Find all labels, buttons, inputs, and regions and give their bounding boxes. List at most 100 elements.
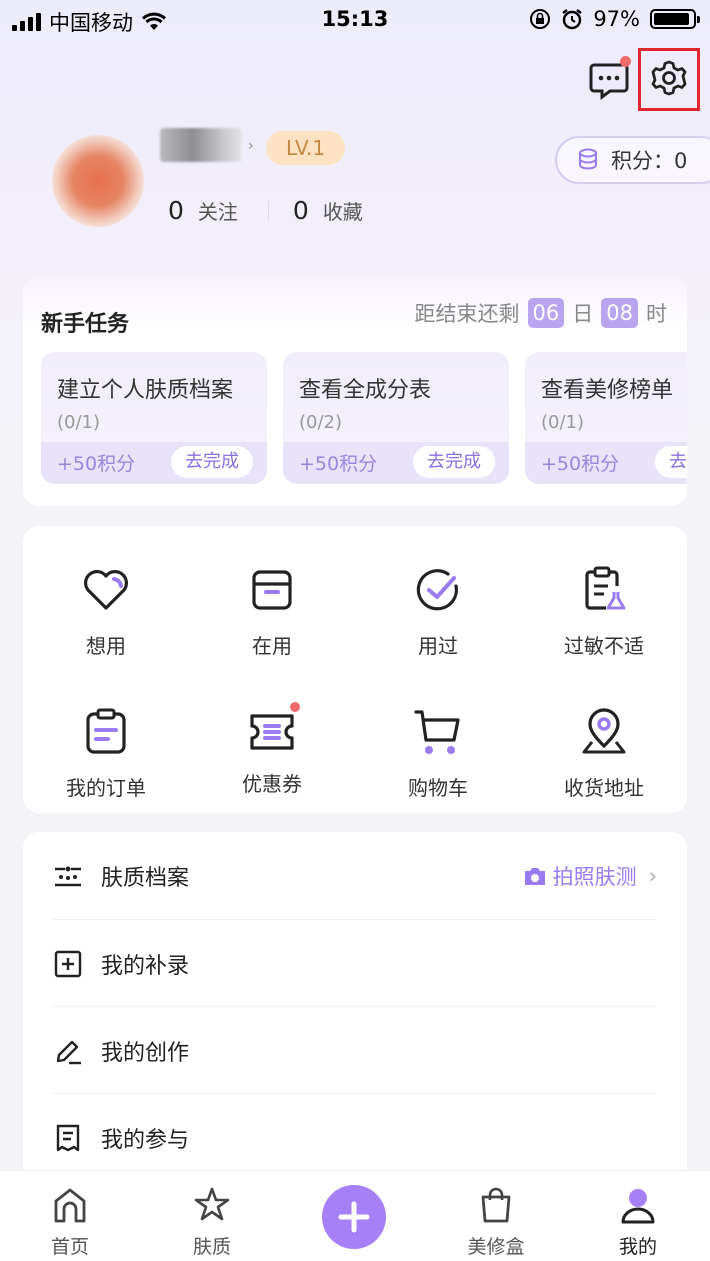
stat-divider xyxy=(267,200,269,221)
task-complete-button[interactable]: 去完成 xyxy=(171,446,253,478)
coupon-icon xyxy=(250,714,294,750)
level-badge[interactable]: LV.1 xyxy=(266,131,346,165)
add-button[interactable] xyxy=(322,1185,386,1249)
following-label[interactable]: 关注 xyxy=(198,196,238,225)
document-icon xyxy=(56,1124,80,1151)
menu-label: 我的补录 xyxy=(101,953,190,979)
task-name: 查看全成分表 xyxy=(299,378,432,403)
task-points: +50积分 xyxy=(299,453,378,475)
shortcut-grid: 想用 在用 用过 过敏不适 我的订单 优惠券 购物车 收货地址 xyxy=(23,526,687,813)
home-icon xyxy=(54,1188,86,1223)
grid-item-used[interactable]: 用过 xyxy=(355,564,521,659)
star-icon xyxy=(194,1187,230,1221)
coupon-notification-dot xyxy=(290,702,300,712)
box-icon xyxy=(252,570,292,610)
countdown: 距结束还剩 06 日 08 时 xyxy=(415,298,667,328)
grid-item-allergy[interactable]: 过敏不适 xyxy=(521,564,687,659)
username-blurred[interactable] xyxy=(160,128,242,162)
day-unit: 日 xyxy=(572,302,594,326)
countdown-days: 06 xyxy=(527,298,565,328)
newbie-tasks-card: 新手任务 距结束还剩 06 日 08 时 建立个人肤质档案 (0/1) +50积… xyxy=(23,276,687,506)
nav-beauty-box[interactable]: 美修盒 xyxy=(446,1185,546,1259)
task-item[interactable]: 查看全成分表 (0/2) +50积分 去完成 xyxy=(283,352,509,484)
grid-label: 想用 xyxy=(86,634,126,658)
user-icon xyxy=(621,1189,655,1224)
avatar[interactable] xyxy=(52,135,144,227)
task-points: +50积分 xyxy=(57,453,136,475)
menu-label: 肤质档案 xyxy=(101,865,190,891)
nav-label: 美修盒 xyxy=(467,1236,525,1258)
grid-label: 用过 xyxy=(418,634,458,658)
alarm-icon xyxy=(562,9,583,30)
task-progress: (0/2) xyxy=(299,412,343,433)
task-progress: (0/1) xyxy=(57,412,101,433)
grid-label: 收货地址 xyxy=(564,776,644,800)
favorites-label[interactable]: 收藏 xyxy=(323,196,363,225)
clipboard-flask-icon xyxy=(585,566,626,610)
task-name: 查看美修榜单 xyxy=(541,378,674,403)
menu-list: 肤质档案 拍照肤测 › 我的补录 我的创作 我的参与 xyxy=(23,832,687,1192)
grid-label: 购物车 xyxy=(408,776,468,800)
grid-item-coupons[interactable]: 优惠券 xyxy=(189,702,355,797)
grid-label: 在用 xyxy=(252,634,292,658)
chevron-right-icon: › xyxy=(248,138,254,154)
cart-icon xyxy=(414,710,460,754)
check-circle-icon xyxy=(416,569,458,611)
task-item[interactable]: 查看美修榜单 (0/1) +50积分 去完成 xyxy=(525,352,687,484)
tasks-title: 新手任务 xyxy=(41,312,130,337)
grid-label: 优惠券 xyxy=(242,772,302,796)
notification-dot xyxy=(620,56,631,67)
bottom-nav: 首页 肤质 美修盒 我的 xyxy=(0,1170,710,1261)
photo-skin-test-link[interactable]: 拍照肤测 › xyxy=(523,861,657,891)
order-icon xyxy=(86,708,126,754)
task-complete-button[interactable]: 去完成 xyxy=(655,446,687,478)
nav-label: 我的 xyxy=(618,1236,657,1258)
nav-skin[interactable]: 肤质 xyxy=(162,1185,262,1259)
countdown-prefix: 距结束还剩 xyxy=(414,302,520,326)
nav-label: 肤质 xyxy=(192,1236,231,1258)
camera-icon xyxy=(524,867,545,885)
bag-icon xyxy=(481,1187,511,1223)
scan-link-label: 拍照肤测 xyxy=(552,864,637,889)
coupon-icon-wrap xyxy=(246,702,300,758)
grid-label: 我的订单 xyxy=(66,776,146,800)
task-points: +50积分 xyxy=(541,453,620,475)
heart-icon xyxy=(84,570,128,610)
battery-icon xyxy=(650,9,700,29)
favorites-count[interactable]: 0 xyxy=(293,196,309,225)
countdown-hours: 08 xyxy=(601,298,638,328)
menu-item-participation[interactable]: 我的参与 xyxy=(53,1094,657,1181)
menu-item-skin-profile[interactable]: 肤质档案 拍照肤测 › xyxy=(53,832,657,919)
grid-item-orders[interactable]: 我的订单 xyxy=(23,706,189,801)
gear-icon[interactable] xyxy=(651,60,687,96)
location-pin-icon xyxy=(582,708,626,754)
plus-icon xyxy=(338,1201,370,1233)
following-count[interactable]: 0 xyxy=(168,196,184,225)
nav-label: 首页 xyxy=(50,1236,89,1258)
grid-item-cart[interactable]: 购物车 xyxy=(355,706,521,801)
menu-item-supplement[interactable]: 我的补录 xyxy=(53,920,657,1007)
grid-label: 过敏不适 xyxy=(564,634,644,658)
points-button[interactable]: 积分：0 xyxy=(555,136,710,184)
menu-label: 我的创作 xyxy=(101,1040,190,1066)
menu-label: 我的参与 xyxy=(101,1127,190,1153)
task-complete-button[interactable]: 去完成 xyxy=(413,446,495,478)
battery-percent: 97% xyxy=(593,7,640,31)
hour-unit: 时 xyxy=(646,302,667,326)
rotation-lock-icon xyxy=(530,9,551,29)
status-bar: 中国移动 15:13 97% xyxy=(0,0,710,40)
task-item[interactable]: 建立个人肤质档案 (0/1) +50积分 去完成 xyxy=(41,352,267,484)
pencil-icon xyxy=(56,1040,81,1064)
nav-me[interactable]: 我的 xyxy=(588,1185,688,1259)
task-progress: (0/1) xyxy=(541,412,585,433)
grid-item-address[interactable]: 收货地址 xyxy=(521,706,687,801)
grid-item-in-use[interactable]: 在用 xyxy=(189,564,355,659)
nav-home[interactable]: 首页 xyxy=(20,1185,120,1259)
task-name: 建立个人肤质档案 xyxy=(57,378,234,403)
coins-icon xyxy=(579,148,597,170)
menu-item-creations[interactable]: 我的创作 xyxy=(53,1007,657,1094)
plus-square-icon xyxy=(54,950,82,977)
points-label: 积分：0 xyxy=(611,149,688,173)
grid-item-want[interactable]: 想用 xyxy=(23,564,189,659)
skin-profile-icon xyxy=(55,866,81,886)
